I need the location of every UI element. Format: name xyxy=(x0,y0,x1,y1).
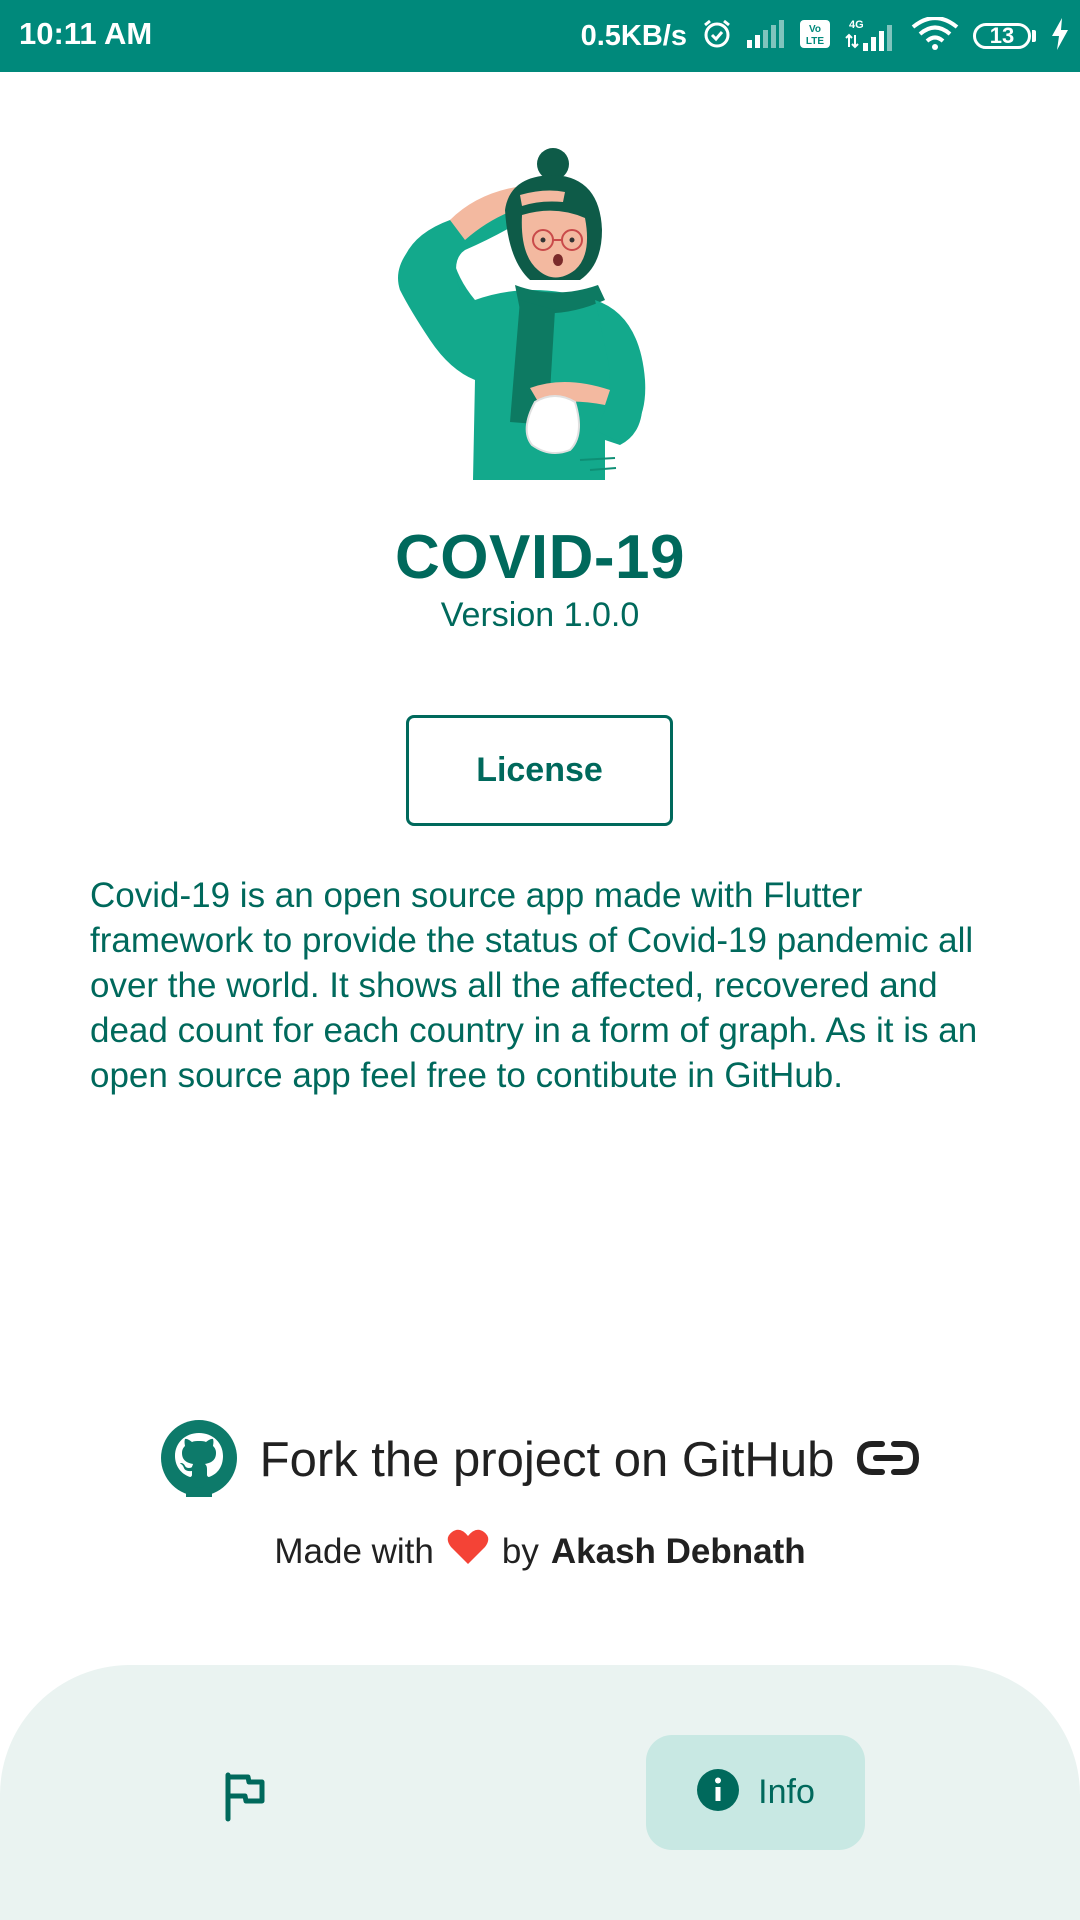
github-link-text[interactable]: Fork the project on GitHub xyxy=(260,1432,835,1488)
svg-text:LTE: LTE xyxy=(806,36,824,47)
bottom-navigation: Info xyxy=(0,1665,1080,1920)
app-version: Version 1.0.0 xyxy=(440,596,640,634)
nav-info-label: Info xyxy=(758,1773,815,1811)
credit-by: by xyxy=(501,1531,539,1571)
link-icon xyxy=(856,1438,920,1483)
network-speed: 0.5KB/s xyxy=(580,19,687,52)
license-button[interactable]: License xyxy=(406,715,673,826)
battery-icon: 13 xyxy=(973,23,1036,49)
status-bar: 10:11 AM 0.5KB/s Vo LTE 4G 13 xyxy=(0,0,1080,72)
svg-text:Vo: Vo xyxy=(809,24,821,35)
signal-icon xyxy=(747,19,785,53)
svg-text:4G: 4G xyxy=(849,19,864,31)
credit-prefix: Made with xyxy=(274,1531,434,1571)
volte-icon: Vo LTE xyxy=(799,19,831,54)
wifi-icon xyxy=(911,15,959,56)
flag-icon xyxy=(218,1772,272,1827)
nav-countries-button[interactable] xyxy=(218,1769,272,1823)
info-icon xyxy=(696,1768,740,1817)
charging-icon xyxy=(1050,17,1070,55)
credit-line: Made with by Akash Debnath xyxy=(0,1528,1080,1575)
nav-info-button[interactable]: Info xyxy=(646,1735,865,1850)
app-description: Covid-19 is an open source app made with… xyxy=(90,876,978,1095)
github-icon xyxy=(160,1419,238,1502)
sick-person-illustration xyxy=(380,140,700,485)
4g-signal-icon: 4G xyxy=(845,17,897,56)
alarm-icon xyxy=(701,18,733,55)
heart-icon xyxy=(446,1528,490,1575)
status-time: 10:11 AM xyxy=(19,16,153,51)
github-link[interactable]: Fork the project on GitHub xyxy=(0,1419,1080,1502)
credit-author: Akash Debnath xyxy=(550,1531,806,1571)
app-title: COVID-19 xyxy=(395,523,685,592)
status-icons: 0.5KB/s Vo LTE 4G 13 xyxy=(581,14,1070,58)
battery-level: 13 xyxy=(973,23,1031,49)
